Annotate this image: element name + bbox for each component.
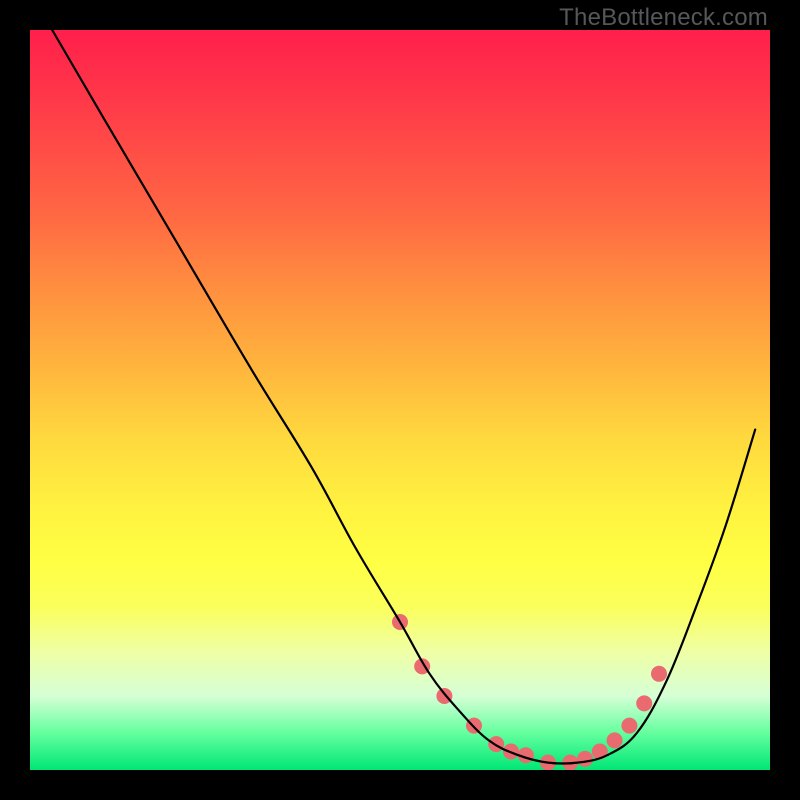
watermark-text: TheBottleneck.com — [559, 4, 768, 32]
marker-group — [392, 614, 667, 770]
data-marker — [577, 751, 593, 767]
data-marker — [636, 695, 652, 711]
data-marker — [607, 732, 623, 748]
data-marker — [651, 666, 667, 682]
data-marker — [621, 718, 637, 734]
bottleneck-chart — [30, 30, 770, 770]
bottleneck-curve-path — [52, 30, 755, 764]
